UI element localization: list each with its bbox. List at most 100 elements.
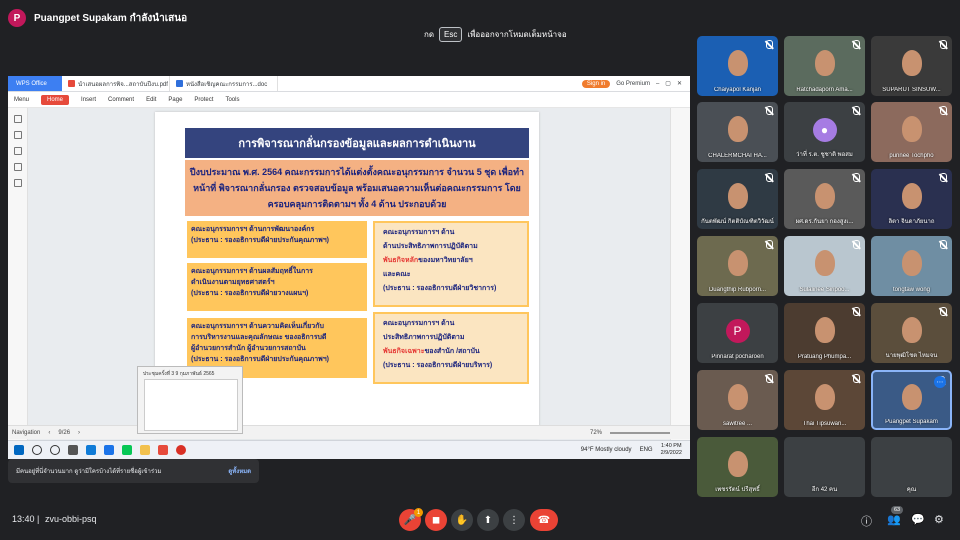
line-app-icon[interactable] [122, 445, 132, 455]
participant-tile[interactable]: Chaiyapol Kanjan [697, 36, 778, 96]
zoom-slider[interactable] [610, 431, 670, 434]
weather-widget[interactable]: 94°F Mostly cloudy [581, 447, 632, 453]
menu-item-insert[interactable]: Insert [81, 97, 96, 103]
participant-video [727, 183, 748, 209]
attachment-icon[interactable] [13, 163, 22, 171]
mic-muted-icon [853, 173, 860, 182]
participant-name: Puangpet Supakam [885, 419, 938, 425]
task-view-icon[interactable] [68, 445, 78, 455]
participant-tile[interactable]: Thai Tipsuwan... [784, 370, 865, 430]
maximize-icon[interactable]: ▢ [665, 80, 671, 87]
participant-video [814, 317, 835, 343]
people-icon[interactable]: 👥 [887, 513, 901, 526]
cortana-icon[interactable] [50, 445, 60, 455]
bookmark-icon[interactable] [13, 115, 22, 123]
see-all-button[interactable]: ดูทั้งหมด [228, 466, 251, 476]
more-options-icon[interactable]: ⋮ [503, 509, 525, 531]
menu-item-tools[interactable]: Tools [225, 97, 239, 103]
search-taskbar-icon[interactable] [32, 445, 42, 455]
box3-line4: (ประธาน : รองอธิการบดีฝ่ายประกันคุณภาพฯ) [191, 356, 329, 363]
menu-item-comment[interactable]: Comment [108, 97, 134, 103]
menu-item-menu[interactable]: Menu [14, 97, 29, 103]
system-clock[interactable]: 1:40 PM 2/9/2022 [661, 443, 682, 457]
participant-tile[interactable]: Sulalinee Siripoo... [784, 236, 865, 296]
wps-app-icon[interactable] [158, 445, 168, 455]
participant-tile[interactable]: tongtaw wong [871, 236, 952, 296]
go-premium-link[interactable]: Go Premium [616, 81, 650, 87]
participant-name: CHALERMCHAI HA... [708, 153, 767, 159]
participant-video [727, 384, 748, 410]
participant-name: Pratuang Phumpa... [797, 354, 852, 360]
participant-tile[interactable]: ผศ.ดร.กันยา กองสูงเ... [784, 169, 865, 229]
participant-tile[interactable]: คุณ [871, 437, 952, 497]
language-indicator[interactable]: ENG [640, 447, 653, 453]
toast-text: มีคนอยู่ที่นี่จำนวนมาก ดูว่ามีใครบ้างได้… [16, 469, 162, 475]
box4-line1: คณะอนุกรรมการฯ ด้าน [383, 229, 455, 236]
tab-pdf[interactable]: นำเสนอผลการพิจ...สถาบันปีงบ.pdf [62, 76, 170, 91]
camera-off-icon[interactable]: ◼ [425, 509, 447, 531]
prev-page-icon[interactable]: ‹ [48, 430, 50, 436]
comment-icon[interactable] [13, 147, 22, 155]
box4-line5: (ประธาน : รองอธิการบดีฝ่ายวิชาการ) [383, 285, 497, 292]
mic-muted-icon [940, 307, 947, 316]
file-explorer-icon[interactable] [140, 445, 150, 455]
participant-tile[interactable]: punnee Tochpho [871, 102, 952, 162]
separator: | [37, 514, 40, 524]
leave-call-button[interactable]: ☎ [530, 509, 558, 531]
box1-line2: (ประธาน : รองอธิการบดีฝ่ายประกันคุณภาพฯ) [191, 237, 329, 244]
participant-video [901, 317, 922, 343]
mic-muted-icon [940, 40, 947, 49]
tab-doc[interactable]: หนังสือเชิญคณะกรรมการ...doc [170, 76, 278, 91]
participant-name: Sulalinee Siripoo... [799, 287, 850, 293]
participant-tile[interactable]: อีก 42 คน [784, 437, 865, 497]
presenter-label: Puangpet Supakam กำลังนำเสนอ [34, 12, 188, 24]
participant-tile[interactable]: P Pinnarat pocharoen [697, 303, 778, 363]
explorer-thumbnail-preview[interactable]: ประชุมครั้งที่ 3 9 กุมภาพันธ์ 2565 [137, 366, 243, 434]
participant-tile[interactable]: Duangthip Rubporn... [697, 236, 778, 296]
participant-video [901, 183, 922, 209]
participant-tile[interactable]: กันตพัฒน์ กิตติบัณฑิตวิวัฒน์ [697, 169, 778, 229]
close-icon[interactable]: ✕ [677, 80, 682, 87]
participant-tile[interactable]: Pratuang Phumpa... [784, 303, 865, 363]
next-page-icon[interactable]: › [78, 430, 80, 436]
mic-muted-icon [853, 374, 860, 383]
participant-tile[interactable]: Ratchadaporn Ama... [784, 36, 865, 96]
info-icon[interactable]: ⓘ [861, 513, 872, 529]
chat-icon[interactable]: 💬 [911, 513, 925, 526]
pdf-icon [68, 80, 75, 87]
tile-options-icon[interactable]: ⋯ [934, 376, 946, 388]
page-counter[interactable]: 9/26 [58, 430, 70, 436]
zoom-level[interactable]: 72% [590, 430, 602, 436]
menu-item-edit[interactable]: Edit [146, 97, 156, 103]
participant-tile[interactable]: sawitree ... [697, 370, 778, 430]
navigation-button[interactable]: Navigation [12, 430, 40, 436]
participant-video [901, 250, 922, 276]
minimize-icon[interactable]: – [656, 81, 659, 87]
participant-video [727, 116, 748, 142]
participant-tile[interactable]: ● ว่าที่ ร.ต. ชูชาติ พอสม [784, 102, 865, 162]
chrome-icon[interactable] [176, 445, 186, 455]
raise-hand-icon[interactable]: ✋ [451, 509, 473, 531]
start-icon[interactable] [14, 445, 24, 455]
participant-tile[interactable]: ลิตา จินดาภัยนาถ [871, 169, 952, 229]
menu-item-home[interactable]: Home [41, 94, 70, 105]
store-icon[interactable] [104, 445, 114, 455]
present-icon[interactable]: ⬆ [477, 509, 499, 531]
menu-item-protect[interactable]: Protect [194, 97, 213, 103]
esc-key: Esc [439, 27, 463, 42]
wps-office-tab[interactable]: WPS Office [8, 76, 62, 91]
menu-item-page[interactable]: Page [168, 97, 182, 103]
participant-tile[interactable]: SUPARUT SINSUW... [871, 36, 952, 96]
edge-icon[interactable] [86, 445, 96, 455]
activities-icon[interactable]: ⚙ [934, 513, 944, 526]
box4-line3-wrap: พันธกิจหลักของมหาวิทยาลัยฯ [383, 254, 523, 268]
left-toolbar [8, 108, 28, 440]
participant-tile[interactable]: เพชรรัตน์ ปรีสุทธิ์ [697, 437, 778, 497]
participant-tile[interactable]: CHALERMCHAI HA... [697, 102, 778, 162]
search-icon[interactable] [13, 179, 22, 187]
participant-tile[interactable]: นายพุฒิโชต ไหมจน [871, 303, 952, 363]
participant-tile[interactable]: ⋯ Puangpet Supakam [871, 370, 952, 430]
sign-in-button[interactable]: Sign in [581, 79, 611, 88]
thumbnail-icon[interactable] [13, 131, 22, 139]
participant-avatar: P [725, 319, 750, 344]
